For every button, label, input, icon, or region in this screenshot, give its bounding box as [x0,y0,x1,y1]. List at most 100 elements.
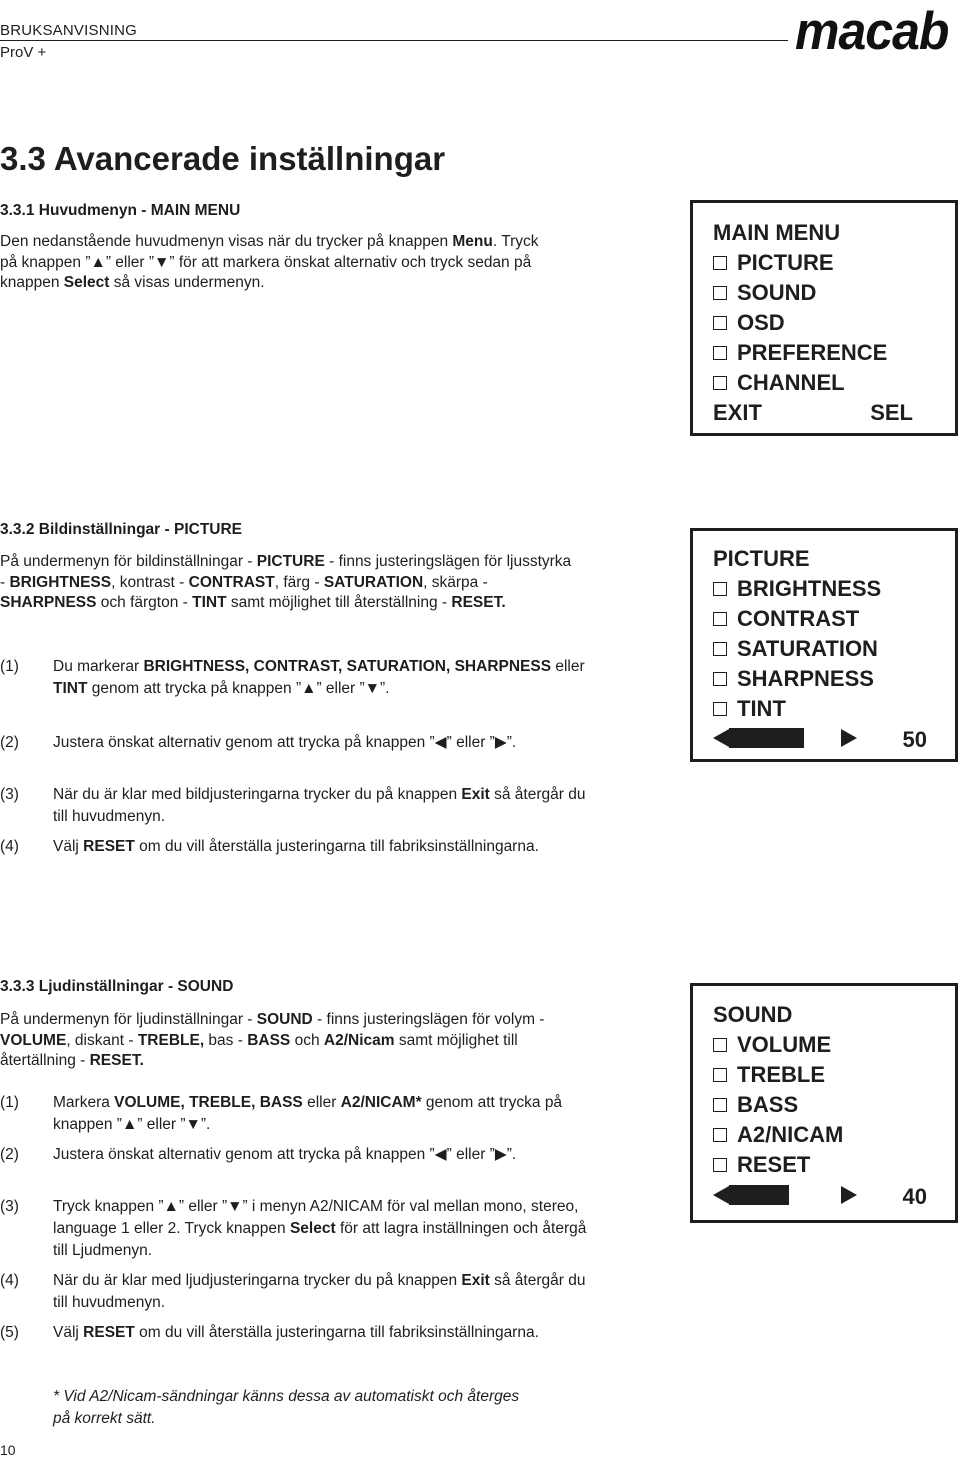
bold-term: Exit [461,786,490,803]
section-intro-sound: På undermenyn för ljudinställningar - SO… [0,1011,545,1069]
bold-term: Exit [461,1272,490,1289]
osd-picture-menu: PICTURE BRIGHTNESS CONTRAST SATURATION SHAR… [690,528,958,762]
osd-menu-item-label: VOLUME [737,1032,832,1057]
osd-sound-menu: SOUND VOLUME TREBLE BASS A2/NICAM RESET 40 [690,983,958,1223]
step-text: Välj RESET om du vill återställa justeri… [53,1324,539,1341]
bold-term: SOUND [256,1011,313,1028]
bold-term: SHARPNESS [0,594,97,611]
osd-menu-item[interactable]: CONTRAST [713,606,859,632]
step-text: När du är klar med ljudjusteringarna try… [53,1272,586,1311]
osd-slider[interactable] [713,1184,933,1206]
step-text: Justera önskat alternativ genom att tryc… [53,1146,517,1163]
step-number: (4) [0,1272,19,1289]
step-number: (1) [0,658,19,675]
header-rule [0,40,788,41]
osd-menu-item[interactable]: SATURATION [713,636,878,662]
osd-menu-item[interactable]: PICTURE [713,250,834,276]
osd-menu-item[interactable]: PREFERENCE [713,340,887,366]
section-heading-sound: 3.3.3 Ljudinställningar - SOUND [0,978,234,995]
arrow-left-icon[interactable] [713,729,729,747]
step-number: (3) [0,1198,19,1215]
osd-title: PICTURE [713,546,810,571]
osd-menu-item[interactable]: TREBLE [713,1062,825,1088]
bold-term: RESET. [89,1052,144,1069]
checkbox-icon [713,1038,727,1052]
osd-menu-item[interactable]: BRIGHTNESS [713,576,881,602]
osd-title: SOUND [713,1002,793,1027]
product-name: ProV + [0,44,47,61]
checkbox-icon [713,582,727,596]
checkbox-icon [713,256,727,270]
section-heading-picture: 3.3.2 Bildinställningar - PICTURE [0,521,243,538]
slider-fill [729,728,804,748]
osd-menu-item[interactable]: A2/NICAM [713,1122,843,1148]
osd-menu-item[interactable]: CHANNEL [713,370,845,396]
osd-menu-item-label: SOUND [737,280,817,305]
checkbox-icon [713,672,727,686]
bold-term: RESET [83,838,135,855]
footnote: * Vid A2/Nicam-sändningar känns dessa av… [53,1388,520,1427]
checkbox-icon [713,642,727,656]
step-number: (1) [0,1094,19,1111]
bold-term: TREBLE, [137,1031,205,1049]
osd-menu-item-label: TINT [737,696,786,721]
bold-term: BRIGHTNESS, CONTRAST, SATURATION, SHARPN… [143,658,552,675]
checkbox-icon [713,346,727,360]
arrow-left-icon[interactable] [713,1186,729,1204]
osd-menu-item[interactable]: VOLUME [713,1032,831,1058]
step-text: Tryck knappen ”▲” eller ”▼” i menyn A2/N… [53,1198,587,1259]
bold-term: RESET [83,1324,135,1341]
bold-term: SATURATION [323,573,424,591]
osd-menu-item-label: RESET [737,1152,811,1177]
step-number: (2) [0,1146,19,1163]
osd-menu-item-label: OSD [737,310,785,335]
osd-menu-item[interactable]: OSD [713,310,785,336]
step-text: När du är klar med bildjusteringarna try… [53,786,586,825]
bold-term: RESET. [451,594,506,611]
brand-logo: macab [795,1,949,61]
osd-menu-item-label: A2/NICAM [737,1122,844,1147]
osd-menu-item-label: BASS [737,1092,799,1117]
slider-value: 40 [902,1184,927,1209]
arrow-right-icon[interactable] [841,1186,857,1204]
checkbox-icon [713,316,727,330]
osd-title: MAIN MENU [713,220,841,245]
osd-menu-item-label: BRIGHTNESS [737,576,882,601]
section-intro-picture: På undermenyn för bildinställningar - PI… [0,553,572,611]
osd-menu-item[interactable]: SHARPNESS [713,666,874,692]
slider-fill [729,1185,789,1205]
bold-term: A2/Nicam [323,1031,395,1049]
checkbox-icon [713,1098,727,1112]
step-text: Justera önskat alternativ genom att tryc… [53,734,517,751]
checkbox-icon [713,702,727,716]
arrow-right-icon[interactable] [841,729,857,747]
bold-term: PICTURE [256,553,325,570]
osd-menu-item-label: TREBLE [737,1062,825,1087]
step-text: Markera VOLUME, TREBLE, BASS eller A2/NI… [53,1094,563,1133]
step-number: (2) [0,734,19,751]
bold-term: BRIGHTNESS [9,573,112,591]
osd-menu-item[interactable]: TINT [713,696,786,722]
bold-term: CONTRAST [188,573,275,591]
document-title: BRUKSANVISNING [0,22,137,39]
osd-menu-item[interactable]: SOUND [713,280,816,306]
checkbox-icon [713,376,727,390]
bold-term: Select [63,274,110,291]
osd-main-menu: MAIN MENU PICTURE SOUND OSD PREFERENCE CHANN… [690,200,958,436]
slider-value: 50 [902,727,927,752]
section-intro-main-menu: Den nedanstående huvudmenyn visas när du… [0,233,539,291]
checkbox-icon [713,1068,727,1082]
osd-menu-item[interactable]: RESET [713,1152,810,1178]
osd-menu-item-label: SHARPNESS [737,666,874,691]
checkbox-icon [713,286,727,300]
bold-term: TINT [53,680,88,697]
bold-term: VOLUME, TREBLE, BASS [114,1094,303,1111]
osd-slider[interactable] [713,727,933,749]
osd-exit-label: EXIT [713,400,762,425]
osd-menu-item[interactable]: BASS [713,1092,798,1118]
bold-term: Select [289,1220,336,1237]
step-number: (4) [0,838,19,855]
step-text: Du markerar BRIGHTNESS, CONTRAST, SATURA… [53,658,585,697]
bold-term: TINT [192,594,227,611]
bold-term: BASS [247,1031,291,1049]
